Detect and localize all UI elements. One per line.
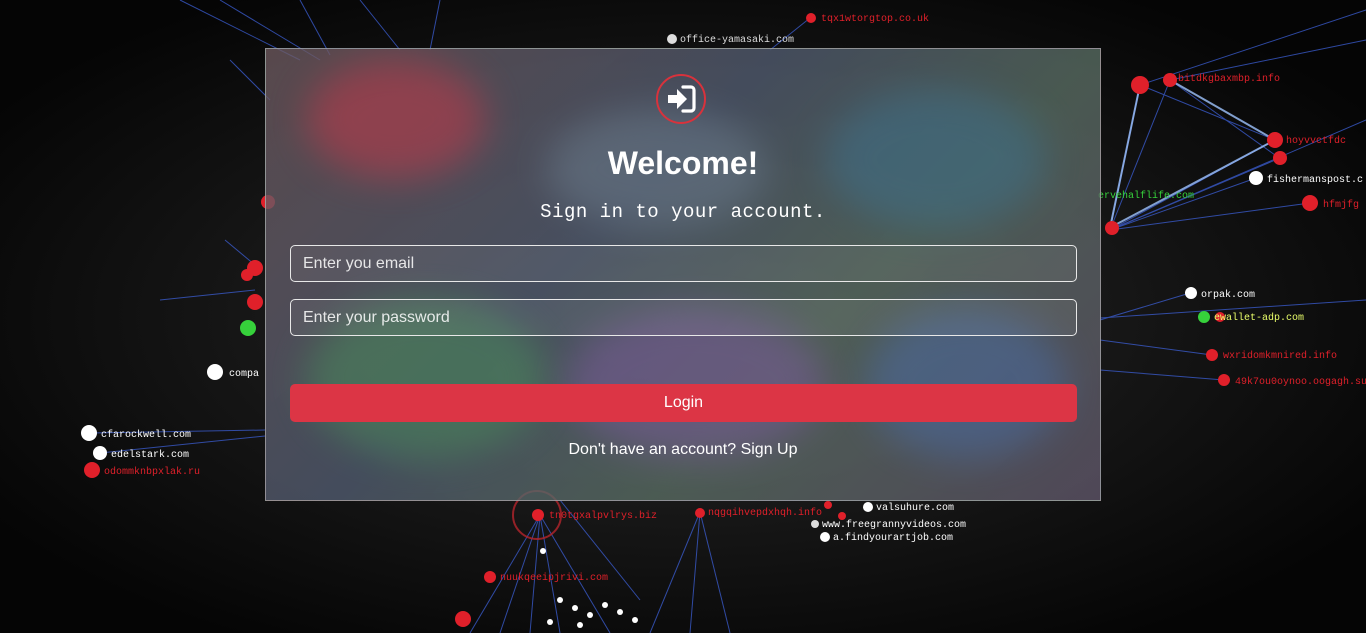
signup-link[interactable]: Don't have an account? Sign Up (569, 441, 798, 458)
signup-link-row: Don't have an account? Sign Up (266, 441, 1100, 459)
node-label: cfarockwell.com (101, 429, 191, 441)
node-label: orpak.com (1201, 289, 1255, 301)
node-label: odommknbpxlak.ru (104, 466, 200, 478)
node-label: tn0tgxalpvlrys.biz (549, 510, 657, 522)
node-label: 49k7ou0oynoo.oogagh.su (1235, 376, 1366, 388)
node-label: hfmjfg (1323, 199, 1359, 211)
node-label: edelstark.com (111, 449, 189, 461)
login-panel: Welcome! Sign in to your account. Login … (265, 48, 1101, 501)
node-label: ervehalflife.com (1098, 190, 1194, 202)
welcome-title: Welcome! (607, 145, 759, 181)
node-label: hoyvvctfdc (1286, 135, 1346, 147)
login-subtitle: Sign in to your account. (540, 201, 826, 223)
password-input[interactable] (290, 299, 1077, 336)
login-button[interactable]: Login (290, 384, 1077, 422)
node-label: nuukqeeipjrivi.com (500, 572, 608, 584)
node-label: nqgqihvepdxhqh.info (708, 507, 822, 519)
node-label: bitdkgbaxmbp.info (1178, 73, 1280, 85)
node-label: compa (229, 369, 259, 380)
sign-in-icon (656, 74, 706, 124)
node-label: www.freegrannyvideos.com (822, 519, 966, 531)
node-label: ewallet-adp.com (1214, 312, 1304, 324)
node-label: fishermanspost.c (1267, 174, 1363, 186)
email-input[interactable] (290, 245, 1077, 282)
node-label: tqx1wtorgtop.co.uk (821, 13, 929, 25)
node-label: wxridomkmnired.info (1223, 350, 1337, 362)
node-label: valsuhure.com (876, 502, 954, 514)
node-label: a.findyourartjob.com (833, 532, 953, 544)
node-label: office-yamasaki.com (680, 34, 794, 46)
